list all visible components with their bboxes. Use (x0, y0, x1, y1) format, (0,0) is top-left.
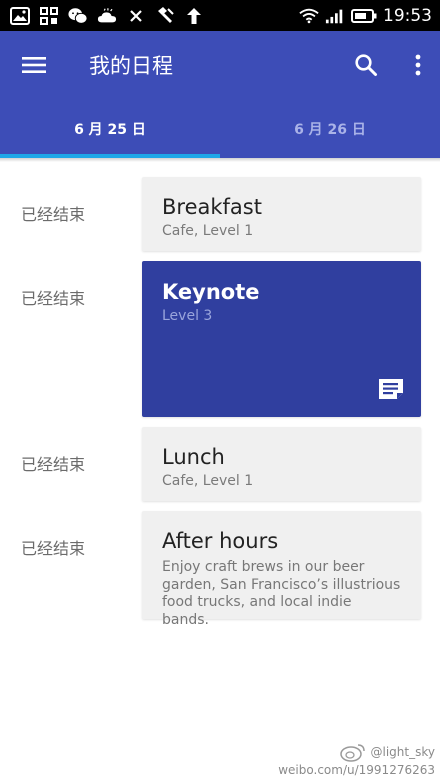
app-bar: 我的日程 6 月 25 日 6 月 26 日 (0, 31, 440, 158)
date-tabs: 6 月 25 日 6 月 26 日 (0, 99, 440, 158)
status-bar-system: 19:53 (299, 6, 432, 26)
watermark-url: weibo.com/u/1991276263 (278, 763, 435, 777)
search-button[interactable] (348, 47, 384, 83)
menu-icon (22, 57, 46, 73)
session-status-label: 已经结束 (21, 455, 86, 474)
tab-day-1[interactable]: 6 月 25 日 (0, 99, 220, 158)
more-vert-icon (415, 54, 421, 76)
weather-cloud-icon (97, 6, 117, 26)
tool-icon (155, 6, 175, 26)
tab-day-2[interactable]: 6 月 26 日 (220, 99, 440, 158)
session-card-keynote[interactable]: Keynote Level 3 (142, 261, 421, 417)
weibo-icon (339, 744, 365, 762)
session-status-label: 已经结束 (21, 205, 86, 224)
session-title: Lunch (162, 445, 225, 469)
session-location: Level 3 (162, 308, 213, 324)
watermark: @light_sky weibo.com/u/1991276263 (278, 742, 435, 778)
more-options-button[interactable] (404, 47, 432, 83)
toolbar: 我的日程 (0, 31, 440, 99)
status-bar: 19:53 (0, 0, 440, 31)
session-description: Enjoy craft brews in our beer garden, Sa… (162, 559, 401, 628)
session-card-lunch[interactable]: Lunch Cafe, Level 1 (142, 427, 421, 501)
image-icon (10, 6, 30, 26)
app-bar-shadow (0, 158, 440, 162)
signal-icon (325, 6, 345, 26)
watermark-handle: @light_sky (370, 745, 435, 759)
status-bar-notifications (10, 6, 204, 26)
session-card-breakfast[interactable]: Breakfast Cafe, Level 1 (142, 177, 421, 251)
page-title: 我的日程 (89, 54, 173, 78)
tab-label: 6 月 25 日 (74, 121, 146, 138)
session-location: Cafe, Level 1 (162, 223, 254, 239)
close-icon (126, 6, 146, 26)
wechat-icon (68, 6, 88, 26)
upload-arrow-icon (184, 6, 204, 26)
session-title: Breakfast (162, 195, 262, 219)
search-icon (355, 54, 377, 76)
session-card-after-hours[interactable]: After hours Enjoy craft brews in our bee… (142, 511, 421, 628)
app-grid-icon (39, 6, 59, 26)
menu-button[interactable] (14, 49, 54, 81)
session-status-label: 已经结束 (21, 539, 86, 558)
battery-icon (351, 6, 377, 26)
session-title: After hours (162, 529, 279, 553)
tab-label: 6 月 26 日 (294, 121, 366, 138)
session-location: Cafe, Level 1 (162, 473, 254, 489)
wifi-icon (299, 6, 319, 26)
session-status-label: 已经结束 (21, 289, 86, 308)
status-time: 19:53 (383, 5, 432, 26)
session-title: Keynote (162, 280, 260, 304)
note-icon (379, 379, 403, 399)
